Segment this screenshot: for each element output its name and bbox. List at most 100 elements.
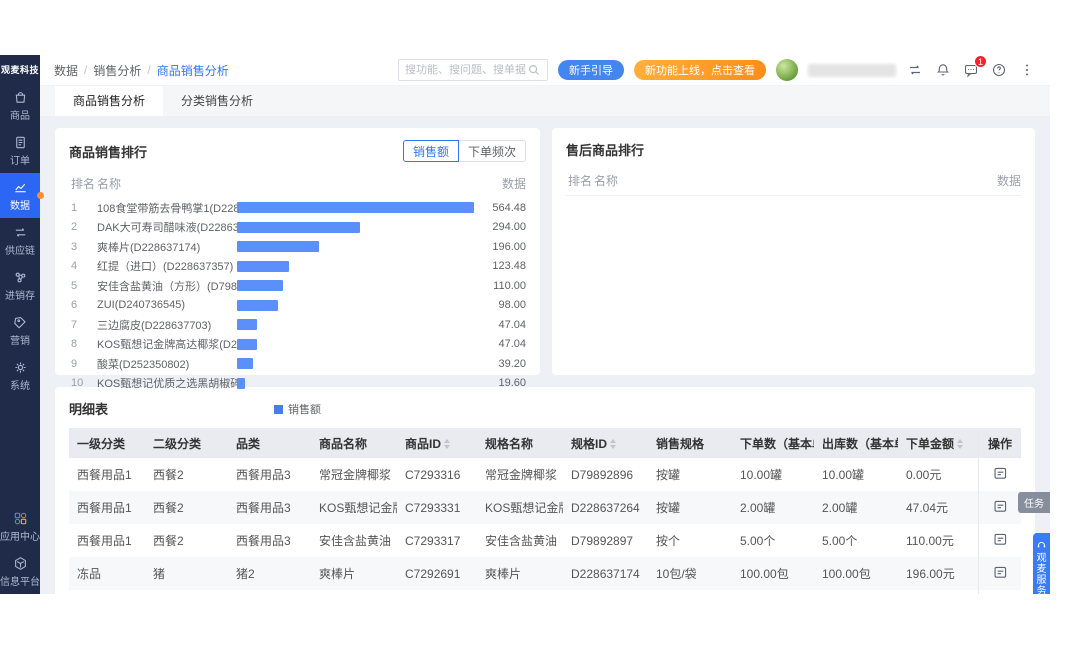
service-float-button[interactable]: 观麦服务 <box>1033 533 1050 594</box>
table-cell: 西餐用品1 <box>69 491 145 524</box>
breadcrumb-separator: / <box>147 63 151 77</box>
breadcrumb-item[interactable]: 数据 <box>54 62 78 79</box>
row-detail-icon[interactable] <box>993 499 1008 514</box>
row-detail-icon[interactable] <box>993 532 1008 547</box>
rank-list-header: 排名 名称 数据 <box>69 175 526 192</box>
table-cell: 2.00罐 <box>732 491 814 524</box>
chart-row: 3 爽棒片(D228637174) 196.00 <box>69 237 526 257</box>
sidebar-item-marketing-tag[interactable]: 营销 <box>0 308 40 353</box>
chart-row: 6 ZUI(D240736545) 98.00 <box>69 296 526 316</box>
metric-button[interactable]: 销售额 <box>402 140 459 162</box>
table-cell: 5.00个 <box>732 524 814 557</box>
sidebar-item-data-chart[interactable]: 数据 <box>0 173 40 218</box>
breadcrumb: 数据 / 销售分析 / 商品销售分析 <box>54 62 229 79</box>
breadcrumb-separator: / <box>84 63 88 77</box>
table-cell: C7292691 <box>397 557 477 590</box>
headset-icon <box>1037 542 1046 548</box>
tab-inactive[interactable]: 分类销售分析 <box>163 86 271 116</box>
chart-row: 8 KOS甄想记金牌高达椰浆(D228637264) 47.04 <box>69 335 526 355</box>
message-icon[interactable]: 1 <box>962 55 987 79</box>
avatar[interactable] <box>776 59 798 81</box>
table-cell: KOS甄想记金牌高达椰浆 <box>477 491 563 524</box>
table-cell: D79892896 <box>563 458 648 491</box>
table-cell: 24.00包 <box>814 590 898 594</box>
row-detail-icon[interactable] <box>993 466 1008 481</box>
row-detail-icon[interactable] <box>993 565 1008 580</box>
switch-account-icon[interactable] <box>906 61 924 79</box>
aftersale-list-header: 排名 名称 数据 <box>566 172 1021 189</box>
table-cell: 猪2 <box>228 557 311 590</box>
value-label: 19.60 <box>498 377 526 390</box>
product-name: 三边腐皮(D228637703) <box>97 319 212 332</box>
goods-bag-icon <box>13 90 28 105</box>
table-header-cell: 一级分类 <box>69 428 145 458</box>
aftersale-rank-panel: 售后商品排行 排名 名称 数据 <box>552 128 1035 375</box>
chart-row: 7 三边腐皮(D228637703) 47.04 <box>69 315 526 335</box>
sidebar-item-order-file[interactable]: 订单 <box>0 128 40 173</box>
sort-caret-icon[interactable] <box>444 439 451 450</box>
table-header-cell[interactable]: 出库数（基本单位） <box>814 428 898 458</box>
promo-button[interactable]: 新功能上线，点击查看 <box>634 60 766 80</box>
bar <box>237 299 279 311</box>
table-header-cell[interactable]: 商品ID <box>397 428 477 458</box>
sidebar-item-label: 应用中心 <box>0 531 40 543</box>
rank-number: 8 <box>71 338 78 351</box>
guide-button[interactable]: 新手引导 <box>558 60 624 80</box>
search-input[interactable] <box>405 64 527 76</box>
bar <box>237 241 320 253</box>
sidebar-item-label: 商品 <box>10 110 30 122</box>
metric-toggle-group: 销售额 下单频次 <box>402 140 526 162</box>
sidebar-item-inventory-nodes[interactable]: 进销存 <box>0 263 40 308</box>
value-col-label: 数据 <box>501 177 526 191</box>
table-cell: 西餐2 <box>145 524 228 557</box>
table-header-cell[interactable]: 规格ID <box>563 428 648 458</box>
detail-table-panel: 明细表 一级分类 二级分类 品类 商品名称 商品ID 规格名称 规格ID 销售规格 下单数（基本… <box>55 387 1035 594</box>
table-cell: 冻品 <box>69 557 145 590</box>
table-header-cell[interactable]: 下单金额 <box>898 428 978 458</box>
value-label: 294.00 <box>492 221 526 234</box>
sidebar-nav: 商品订单 数据 供应链进销存营销 系统应用中心信息平台 <box>0 83 40 594</box>
table-action-cell <box>978 524 1021 557</box>
table-cell: 5.00个 <box>814 524 898 557</box>
sidebar-item-label: 进销存 <box>5 290 35 302</box>
table-header-cell: 品类 <box>228 428 311 458</box>
sidebar-item-supply-arrows[interactable]: 供应链 <box>0 218 40 263</box>
table-cell: 西餐用品3 <box>228 458 311 491</box>
bar <box>237 338 257 350</box>
sort-caret-icon[interactable] <box>957 439 964 450</box>
table-action-cell <box>978 590 1021 594</box>
brand-logo: 观麦科技 <box>0 64 39 75</box>
help-icon[interactable] <box>990 61 1008 79</box>
search-icon[interactable] <box>527 63 541 77</box>
metric-button[interactable]: 下单频次 <box>457 140 526 162</box>
sidebar-item-system-gear[interactable]: 系统 <box>0 353 40 398</box>
value-label: 47.04 <box>498 318 526 331</box>
table-cell: 0.00元 <box>898 458 978 491</box>
value-label: 98.00 <box>498 299 526 312</box>
sidebar-item-info-platform-hexagon[interactable]: 信息平台 <box>0 549 40 594</box>
value-label: 110.00 <box>493 279 526 292</box>
detail-table: 一级分类二级分类品类商品名称商品ID规格名称规格ID销售规格下单数（基本单位）出… <box>69 428 1021 594</box>
rank-number: 6 <box>71 299 78 312</box>
sidebar-collapse-handle[interactable] <box>37 192 44 199</box>
sidebar-item-goods-bag[interactable]: 商品 <box>0 83 40 128</box>
notification-bell-icon[interactable] <box>934 61 952 79</box>
tab-active[interactable]: 商品销售分析 <box>55 86 164 116</box>
table-cell: 安佳含盐黄油（方形） <box>477 524 563 557</box>
table-row: 冻品鸭鸭108食堂带筋去骨鸭掌C7293011108食堂带筋去骨鸭掌1D2286… <box>69 590 1021 594</box>
table-cell: 西餐用品3 <box>228 491 311 524</box>
task-float-tab[interactable]: 任务 <box>1018 492 1050 513</box>
rank-number: 10 <box>71 377 84 390</box>
chart-legend[interactable]: 销售额 <box>69 401 526 417</box>
breadcrumb-item[interactable]: 销售分析 <box>93 62 141 79</box>
table-row: 西餐用品1 西餐2 西餐用品3 常冠金牌椰浆 C7293316 常冠金牌椰浆 D798928… <box>69 458 1021 491</box>
table-cell: 108食堂带筋去骨鸭掌 <box>311 590 397 594</box>
table-header-cell[interactable]: 下单数（基本单位） <box>732 428 814 458</box>
sidebar-item-app-center-grid[interactable]: 应用中心 <box>0 504 40 549</box>
sales-rank-title: 商品销售排行 <box>69 144 148 160</box>
more-menu-icon[interactable] <box>1018 61 1036 79</box>
sort-caret-icon[interactable] <box>610 439 617 450</box>
data-chart-icon <box>13 180 28 195</box>
bar <box>237 221 361 233</box>
